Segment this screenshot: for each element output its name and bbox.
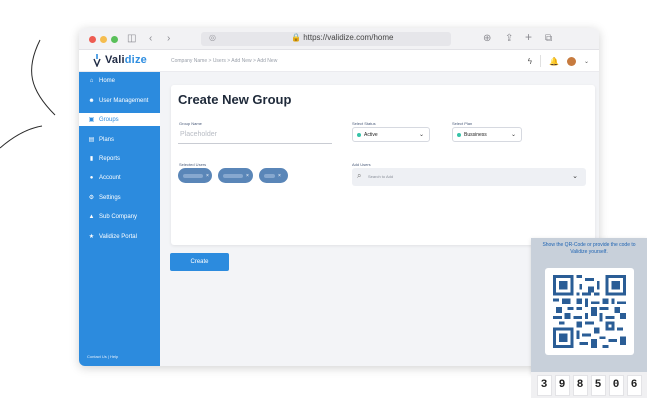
group-name-input[interactable]: Placeholder: [178, 126, 332, 144]
download-icon[interactable]: ⊕: [483, 32, 491, 46]
sidebar-item-groups[interactable]: ▣ Groups: [79, 113, 160, 126]
qr-code-panel: Show the QR-Code or provide the code to …: [531, 238, 647, 374]
add-users-search[interactable]: ⌕ Search to Add ⌄: [352, 168, 586, 186]
sidebar-footer-links[interactable]: Contact Us | Help: [87, 354, 118, 359]
sidebar-item-label: Reports: [99, 155, 121, 162]
avatar[interactable]: [566, 56, 576, 66]
sidebar-item-label: Groups: [99, 116, 119, 123]
selected-user-chip[interactable]: ×: [259, 168, 288, 183]
lock-icon: 🔒: [291, 33, 304, 42]
status-label: Select Status: [352, 121, 376, 126]
selected-users-label: Selected Users: [179, 162, 207, 167]
code-digit: 3: [536, 374, 552, 396]
minimize-window-button[interactable]: [100, 36, 107, 43]
sidebar-item-account[interactable]: ● Account: [79, 171, 160, 184]
chevron-down-icon[interactable]: ⌄: [584, 58, 589, 65]
address-bar[interactable]: ◎ 🔒 https://validize.com/home: [201, 32, 451, 46]
code-digit: 9: [554, 374, 570, 396]
user-name-blurred: [223, 173, 243, 178]
share-icon[interactable]: ⇪: [505, 32, 513, 46]
tabs-icon[interactable]: ⧉: [545, 32, 552, 46]
sidebar-item-home[interactable]: ⌂ Home: [79, 74, 160, 87]
code-digit: 0: [608, 374, 624, 396]
sidebar-item-reports[interactable]: ▮ Reports: [79, 152, 160, 165]
status-value: Active: [364, 131, 378, 138]
header-actions: ϟ 🔔 ⌄: [528, 55, 589, 67]
gear-icon: ⚙: [88, 195, 95, 201]
search-input[interactable]: Search to Add: [368, 174, 393, 179]
create-button[interactable]: Create: [170, 253, 229, 271]
person-icon: ●: [89, 174, 94, 181]
validize-logo-icon: [93, 54, 101, 67]
sidebar-item-label: Plans: [99, 136, 115, 143]
plan-select[interactable]: Bussiness ⌄: [452, 127, 522, 142]
sidebar-item-settings[interactable]: ⚙ Settings: [79, 191, 160, 204]
activity-icon[interactable]: ϟ: [528, 57, 532, 66]
url-value: https://validize.com/home: [303, 33, 394, 42]
page-title: Create New Group: [178, 92, 292, 107]
sidebar-item-label: Home: [99, 77, 116, 84]
maximize-window-button[interactable]: [111, 36, 118, 43]
logo-text-accent: dize: [124, 54, 147, 66]
add-users-label: Add Users: [352, 162, 371, 167]
browser-toolbar: ◫ ‹ › ◎ 🔒 https://validize.com/home ⊕ ⇪ …: [79, 28, 599, 50]
user-name-blurred: [183, 173, 203, 178]
building-icon: ▲: [88, 213, 95, 220]
sidebar-item-label: Validize Portal: [99, 233, 137, 240]
bell-icon[interactable]: 🔔: [549, 57, 559, 66]
briefcase-icon: ▤: [88, 137, 95, 143]
sidebar-item-label: Sub Company: [99, 213, 138, 220]
sidebar-item-plans[interactable]: ▤ Plans: [79, 133, 160, 146]
code-digit: 5: [590, 374, 606, 396]
url-text: 🔒 https://validize.com/home: [291, 33, 393, 42]
status-dot: [357, 132, 361, 137]
shield-icon: ◎: [209, 33, 216, 42]
users-icon: ☻: [88, 97, 95, 104]
remove-chip-icon[interactable]: ×: [278, 173, 281, 179]
sidebar-item-label: Account: [99, 174, 121, 181]
plan-value: Bussiness: [464, 131, 487, 138]
chevron-down-icon[interactable]: ⌄: [572, 172, 578, 180]
sidebar-item-user-management[interactable]: ☻ User Management: [79, 94, 160, 107]
logo-text: Vali: [105, 54, 125, 66]
qr-code: [545, 268, 634, 355]
remove-chip-icon[interactable]: ×: [246, 173, 249, 179]
search-icon: ⌕: [357, 171, 362, 180]
app-logo[interactable]: Validize: [105, 54, 147, 66]
selected-user-chip[interactable]: ×: [178, 168, 212, 183]
plan-label: Select Plan: [452, 121, 473, 126]
star-icon: ★: [88, 234, 95, 240]
selected-user-chip[interactable]: ×: [218, 168, 253, 183]
sidebar-item-label: Settings: [99, 194, 121, 201]
chevron-left-icon[interactable]: ‹: [149, 32, 152, 46]
qr-code-image: [553, 275, 626, 348]
home-icon: ⌂: [89, 77, 94, 84]
qr-instruction: Show the QR-Code or provide the code to …: [542, 242, 636, 255]
sidebar-item-label: User Management: [99, 97, 149, 104]
breadcrumb[interactable]: Company Name > Users > Add New > Add New: [171, 58, 277, 64]
groups-icon: ▣: [88, 117, 95, 123]
sidebar-item-sub-company[interactable]: ▲ Sub Company: [79, 210, 160, 223]
user-name-blurred: [264, 173, 275, 178]
verification-code: 3 9 8 5 0 6: [531, 372, 647, 398]
plus-icon[interactable]: +: [525, 30, 532, 44]
chevron-down-icon: ⌄: [510, 132, 516, 138]
close-window-button[interactable]: [89, 36, 96, 43]
plan-dot: [457, 132, 461, 137]
chevron-down-icon: ⌄: [418, 132, 424, 138]
decorative-swoosh: [0, 39, 56, 149]
sidebar: ⌂ Home ☻ User Management ▣ Groups ▤ Plans ▮ R…: [79, 72, 160, 366]
chevron-right-icon[interactable]: ›: [167, 32, 170, 46]
code-digit: 8: [572, 374, 588, 396]
sidebar-item-validize-portal[interactable]: ★ Validize Portal: [79, 230, 160, 243]
bar-chart-icon: ▮: [89, 156, 94, 162]
code-digit: 6: [626, 374, 642, 396]
sidebar-icon[interactable]: ◫: [127, 32, 136, 46]
create-group-card: [171, 85, 595, 245]
status-select[interactable]: Active ⌄: [352, 127, 430, 142]
header-divider: [540, 55, 541, 67]
remove-chip-icon[interactable]: ×: [206, 173, 209, 179]
app-header: Validize Company Name > Users > Add New …: [79, 50, 599, 72]
